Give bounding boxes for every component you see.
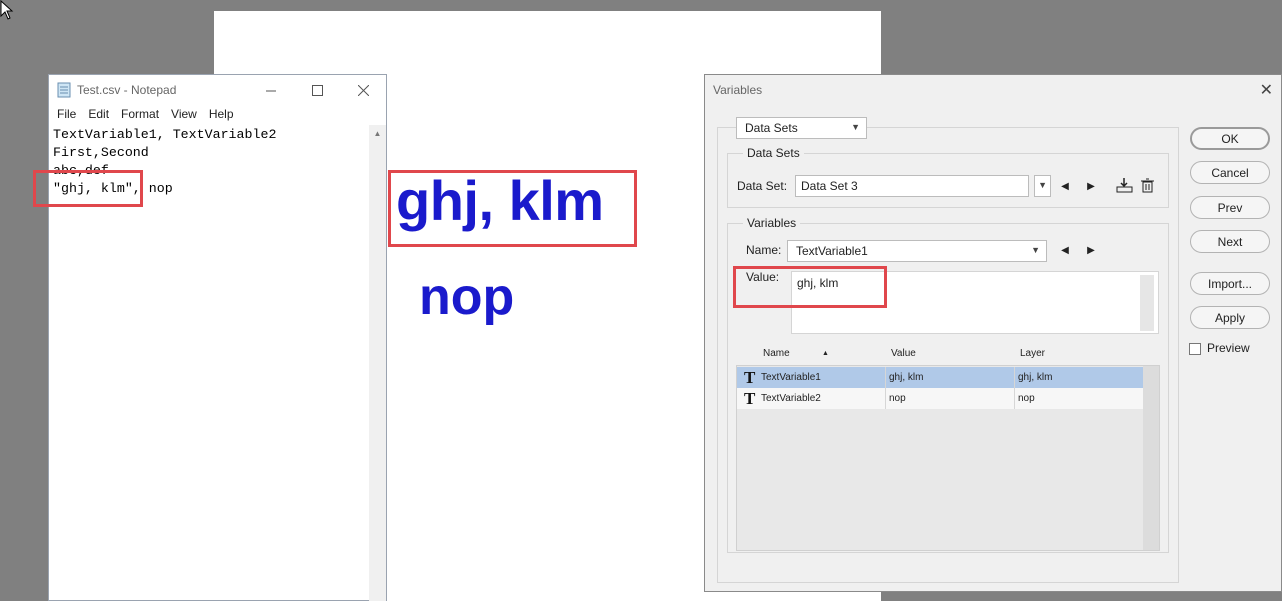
menu-help[interactable]: Help: [203, 105, 240, 125]
table-row[interactable]: T TextVariable1 ghj, klm ghj, klm: [737, 367, 1144, 388]
notepad-title: Test.csv - Notepad: [77, 83, 177, 97]
name-label: Name:: [746, 243, 782, 257]
notepad-icon: [57, 82, 71, 98]
row-name: TextVariable1: [761, 372, 821, 383]
variable-name-select[interactable]: TextVariable1 ▼: [787, 240, 1047, 262]
dialog-title: Variables: [713, 83, 763, 97]
menu-file[interactable]: File: [51, 105, 82, 125]
data-sets-legend: Data Sets: [743, 146, 804, 160]
column-header-value[interactable]: Value: [891, 348, 916, 359]
highlight-value: [733, 266, 887, 308]
sort-ascending-icon: ▲: [822, 350, 829, 357]
text-layer-icon: T: [744, 368, 756, 387]
row-value: ghj, klm: [889, 372, 924, 383]
previous-data-set-icon[interactable]: ◀: [1058, 179, 1072, 193]
scroll-up-icon[interactable]: ▲: [369, 125, 386, 142]
variables-dialog: Variables ✕ Data Sets ▼ Data Sets Data S…: [704, 74, 1282, 592]
chevron-down-icon: ▼: [851, 122, 860, 132]
close-icon[interactable]: ✕: [1260, 80, 1273, 100]
maximize-icon[interactable]: [294, 75, 340, 105]
chevron-down-icon: ▼: [1031, 245, 1040, 255]
highlight-canvas-text: [388, 170, 637, 247]
variables-legend: Variables: [743, 216, 801, 230]
next-button[interactable]: Next: [1190, 230, 1270, 253]
text-line: First,Second: [53, 145, 149, 160]
highlight-quoted-value: [33, 170, 143, 207]
data-set-label: Data Set:: [737, 179, 788, 193]
variables-table-header: Name ▲ Value Layer: [738, 343, 1144, 365]
variable-name-value: TextVariable1: [796, 244, 868, 258]
text-line: TextVariable1, TextVariable2: [53, 127, 277, 142]
column-header-layer[interactable]: Layer: [1020, 348, 1045, 359]
data-set-field[interactable]: Data Set 3: [795, 175, 1029, 197]
notepad-window: Test.csv - Notepad File Edit Format View…: [48, 74, 387, 601]
chevron-down-icon: ▼: [1038, 180, 1047, 190]
row-value: nop: [889, 393, 906, 404]
row-layer: nop: [1018, 393, 1035, 404]
ok-button[interactable]: OK: [1190, 127, 1270, 150]
column-separator: [885, 388, 886, 409]
column-separator: [885, 367, 886, 388]
column-separator: [1014, 388, 1015, 409]
minimize-icon[interactable]: [248, 75, 294, 105]
notepad-title-bar: Test.csv - Notepad: [49, 75, 386, 105]
column-header-name[interactable]: Name: [763, 348, 790, 359]
row-layer: ghj, klm: [1018, 372, 1053, 383]
row-name: TextVariable2: [761, 393, 821, 404]
table-row[interactable]: T TextVariable2 nop nop: [737, 388, 1144, 409]
mode-select[interactable]: Data Sets ▼: [736, 117, 867, 139]
value-scrollbar[interactable]: [1140, 275, 1154, 331]
next-variable-icon[interactable]: ▶: [1084, 243, 1098, 257]
mode-select-value: Data Sets: [745, 121, 798, 135]
canvas-text-variable-2: nop: [419, 268, 515, 326]
notepad-menu-bar: File Edit Format View Help: [49, 105, 386, 125]
menu-edit[interactable]: Edit: [82, 105, 115, 125]
import-button[interactable]: Import...: [1190, 272, 1270, 295]
data-set-value: Data Set 3: [801, 179, 858, 193]
preview-checkbox[interactable]: [1189, 343, 1201, 355]
notepad-scrollbar[interactable]: ▲: [369, 125, 386, 601]
close-icon[interactable]: [340, 75, 386, 105]
next-data-set-icon[interactable]: ▶: [1084, 179, 1098, 193]
previous-variable-icon[interactable]: ◀: [1058, 243, 1072, 257]
text-layer-icon: T: [744, 389, 756, 408]
apply-button[interactable]: Apply: [1190, 306, 1270, 329]
prev-button[interactable]: Prev: [1190, 196, 1270, 219]
data-set-dropdown[interactable]: ▼: [1034, 175, 1051, 197]
preview-label: Preview: [1207, 341, 1250, 355]
cancel-button[interactable]: Cancel: [1190, 161, 1270, 184]
menu-view[interactable]: View: [165, 105, 203, 125]
import-data-set-icon[interactable]: [1116, 177, 1133, 194]
table-scrollbar[interactable]: [1143, 366, 1159, 550]
menu-format[interactable]: Format: [115, 105, 165, 125]
column-separator: [1014, 367, 1015, 388]
mouse-pointer-icon: [0, 0, 14, 20]
trash-icon[interactable]: [1141, 178, 1154, 193]
variables-table: T TextVariable1 ghj, klm ghj, klm T Text…: [736, 365, 1160, 551]
